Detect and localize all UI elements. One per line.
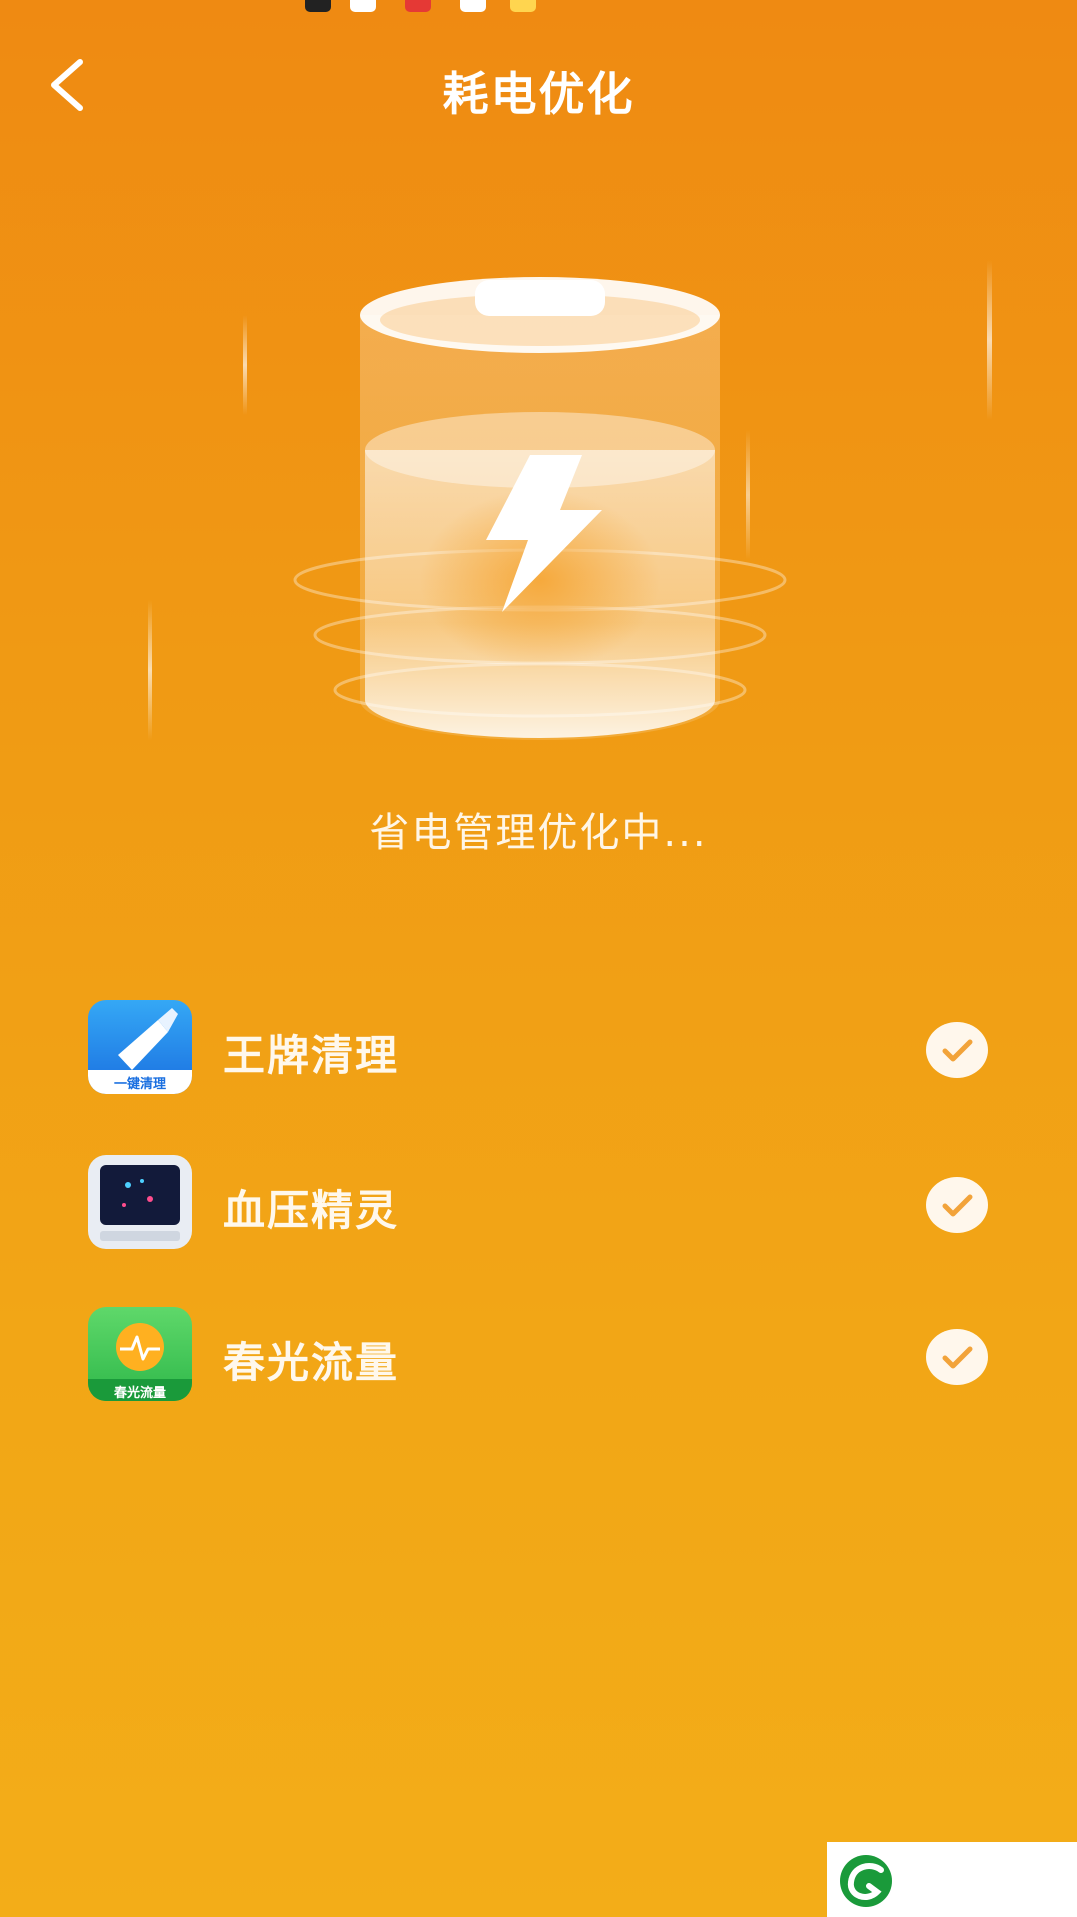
battery-illustration bbox=[230, 260, 850, 780]
light-streak bbox=[987, 260, 992, 420]
broom-icon: 一键清理 bbox=[88, 1000, 192, 1094]
optimizing-status: 省电管理优化中... bbox=[369, 810, 708, 856]
check-icon bbox=[926, 1177, 988, 1233]
header: 耗电优化 bbox=[0, 40, 1077, 130]
watermark bbox=[827, 1842, 1077, 1917]
sun-pulse-icon: 春光流量 bbox=[88, 1307, 192, 1401]
app-name: 血压精灵 bbox=[223, 1186, 400, 1235]
check-icon bbox=[926, 1022, 988, 1078]
page-title: 耗电优化 bbox=[442, 67, 635, 121]
status-bar bbox=[0, 0, 1077, 18]
app-name: 王牌清理 bbox=[223, 1031, 400, 1080]
leaf-logo-icon bbox=[840, 1855, 892, 1907]
list-item[interactable]: 春光流量 春光流量 bbox=[88, 1307, 988, 1407]
light-streak bbox=[148, 600, 152, 740]
check-icon bbox=[926, 1329, 988, 1385]
app-icon-caption: 春光流量 bbox=[113, 1386, 166, 1401]
light-streak bbox=[746, 430, 750, 560]
app-icon-caption: 一键清理 bbox=[113, 1077, 166, 1092]
battery-charging-icon bbox=[293, 277, 787, 740]
list-item[interactable]: 一键清理 王牌清理 bbox=[88, 1000, 988, 1100]
app-name: 春光流量 bbox=[223, 1338, 400, 1387]
light-streak bbox=[243, 315, 247, 415]
monitor-icon bbox=[88, 1155, 192, 1249]
list-item[interactable]: 血压精灵 bbox=[88, 1155, 988, 1255]
